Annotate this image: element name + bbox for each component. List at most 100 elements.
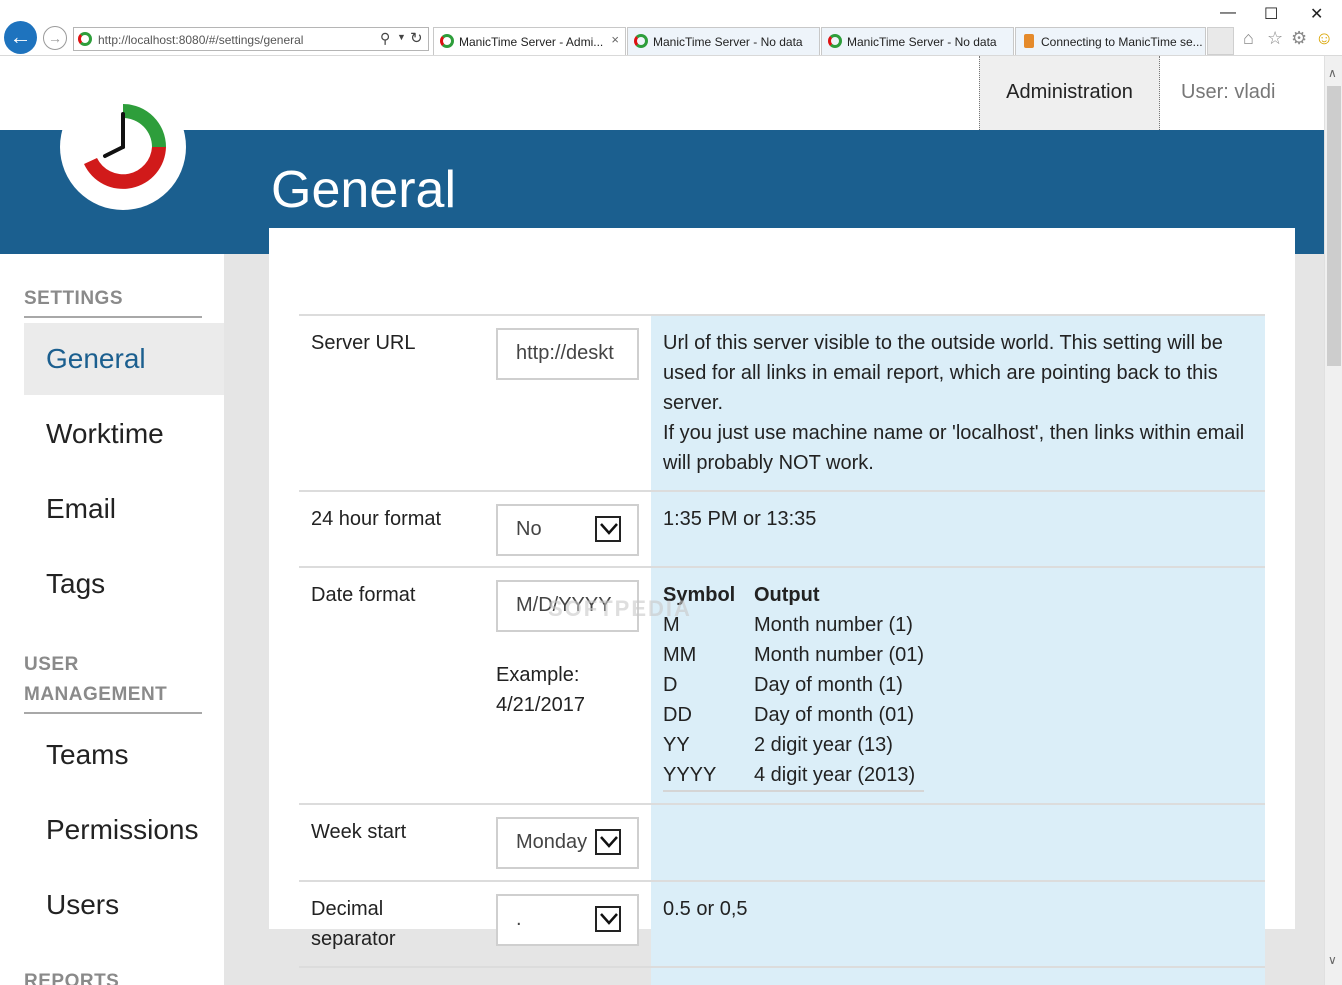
decimal-separator-value: . [516,908,522,930]
manictime-favicon-icon [828,34,842,48]
sidebar-item-users[interactable]: Users [24,869,224,941]
sidebar-item-worktime[interactable]: Worktime [24,398,224,470]
sidebar-item-general[interactable]: General [24,323,224,395]
forward-button[interactable]: → [43,26,67,50]
close-window-button[interactable]: ✕ [1310,4,1323,24]
chevron-down-icon[interactable] [595,829,621,855]
manictime-favicon-icon [78,32,92,46]
smiley-feedback-icon[interactable]: ☺ [1315,28,1333,49]
back-button[interactable]: ← [4,21,37,54]
sidebar: SETTINGS General Worktime Email Tags USE… [0,254,224,985]
manictime-favicon-icon [440,34,454,48]
table-header-output: Output [754,584,820,606]
symbol-cell: DD [663,704,692,726]
server-url-label: Server URL [311,332,416,354]
example-value: 4/21/2017 [496,694,585,716]
symbol-cell: YYYY [663,764,717,786]
table-header-row: Symbol Output [663,580,924,610]
manictime-logo-icon[interactable] [60,84,186,210]
setting-row-decimal-separator: Decimal separator . 0.5 or 0,5 [299,880,1265,966]
sidebar-item-permissions[interactable]: Permissions [24,794,224,866]
scroll-up-icon[interactable]: ∧ [1328,66,1337,80]
date-symbol-table: Symbol Output M Month number (1) MM Month n… [663,580,925,792]
tab-label: ManicTime Server - No data [847,35,997,49]
decimal-separator-select[interactable]: . [496,894,639,946]
scroll-down-icon[interactable]: ∨ [1328,953,1337,967]
tab-label: ManicTime Server - Admi... [459,35,604,49]
server-url-description: Url of this server visible to the outsid… [663,328,1255,478]
decimal-separator-label: Decimal separator [311,898,396,950]
browser-toolbar: ← → http://localhost:8080/#/settings/gen… [0,0,1342,56]
settings-gear-icon[interactable]: ⚙ [1291,28,1307,49]
output-cell: Month number (01) [754,644,925,666]
week-start-value: Monday [516,831,588,853]
forward-arrow-icon: → [48,30,62,46]
hour-format-value: No [516,518,542,540]
setting-row-server-url: Server URL http://deskt Url of this serv… [299,314,1265,490]
week-start-select[interactable]: Monday [496,817,639,869]
browser-tab[interactable]: ManicTime Server - No data [821,27,1014,55]
maximize-button[interactable]: ☐ [1264,4,1278,24]
connecting-icon [1024,34,1034,48]
sidebar-item-email[interactable]: Email [24,473,224,545]
output-cell: 4 digit year (2013) [754,764,916,786]
new-tab-button[interactable] [1207,27,1234,55]
browser-tab[interactable]: Connecting to ManicTime se... [1015,27,1206,55]
administration-link[interactable]: Administration [979,56,1160,130]
symbol-cell: D [663,674,678,696]
symbol-cell: MM [663,644,697,666]
description-panel [651,968,1265,985]
tab-label: ManicTime Server - No data [653,35,803,49]
chevron-down-icon[interactable] [595,906,621,932]
search-icon[interactable]: ⚲ [380,30,390,47]
page-title: General [271,161,456,219]
scroll-thumb[interactable] [1327,86,1341,366]
minimize-button[interactable]: — [1220,4,1236,22]
tab-label: Connecting to ManicTime se... [1041,35,1203,49]
chevron-down-icon[interactable]: ▼ [397,32,406,42]
sidebar-item-tags[interactable]: Tags [24,548,224,620]
description-panel [651,805,1265,880]
back-arrow-icon: ← [9,24,32,49]
sidebar-heading-user-management: USER MANAGEMENT [24,650,202,714]
hour-format-label: 24 hour format [311,508,442,530]
setting-row-24-hour-format: 24 hour format No 1:35 PM or 13:35 [299,490,1265,566]
user-menu[interactable]: User: vladi [1181,56,1275,130]
close-tab-icon[interactable]: × [611,32,619,47]
address-text[interactable]: http://localhost:8080/#/settings/general [98,33,303,47]
setting-row-next [299,966,1265,985]
setting-row-week-start: Week start Monday [299,803,1265,880]
sidebar-item-teams[interactable]: Teams [24,719,224,791]
hour-format-select[interactable]: No [496,504,639,556]
top-navigation: Administration User: vladi [0,56,1324,130]
table-row: MM Month number (01) [663,640,924,670]
browser-tab[interactable]: ManicTime Server - Admi... × [433,27,626,55]
output-cell: Day of month (1) [754,674,903,696]
table-row: DD Day of month (01) [663,700,924,730]
watermark: SOFTPEDIA [548,596,692,621]
date-format-label: Date format [311,584,416,606]
chevron-down-icon[interactable] [595,516,621,542]
symbol-cell: YY [663,734,690,756]
server-url-value[interactable]: http://deskt [516,342,621,365]
table-row: M Month number (1) [663,610,924,640]
hour-format-description: 1:35 PM or 13:35 [663,508,817,530]
vertical-scrollbar[interactable]: ∧ ∨ [1324,56,1342,985]
sidebar-heading-settings: SETTINGS [24,284,202,318]
address-bar[interactable]: http://localhost:8080/#/settings/general… [73,27,429,51]
table-row: YY 2 digit year (13) [663,730,924,760]
setting-row-date-format: Date format M/D/YYYY Example: 4/21/2017 … [299,566,1265,803]
refresh-icon[interactable]: ↻ [410,29,423,47]
table-row: D Day of month (1) [663,670,924,700]
week-start-label: Week start [311,821,407,843]
server-url-desc-line2: If you just use machine name or 'localho… [663,422,1245,474]
manictime-favicon-icon [634,34,648,48]
favorites-star-icon[interactable]: ☆ [1267,28,1283,49]
home-icon[interactable]: ⌂ [1243,28,1254,49]
output-cell: Day of month (01) [754,704,915,726]
browser-tab[interactable]: ManicTime Server - No data [627,27,820,55]
table-row: YYYY 4 digit year (2013) [663,760,924,790]
server-url-desc-line1: Url of this server visible to the outsid… [663,332,1223,414]
server-url-input[interactable]: http://deskt [496,328,639,380]
decimal-separator-description: 0.5 or 0,5 [663,898,748,920]
